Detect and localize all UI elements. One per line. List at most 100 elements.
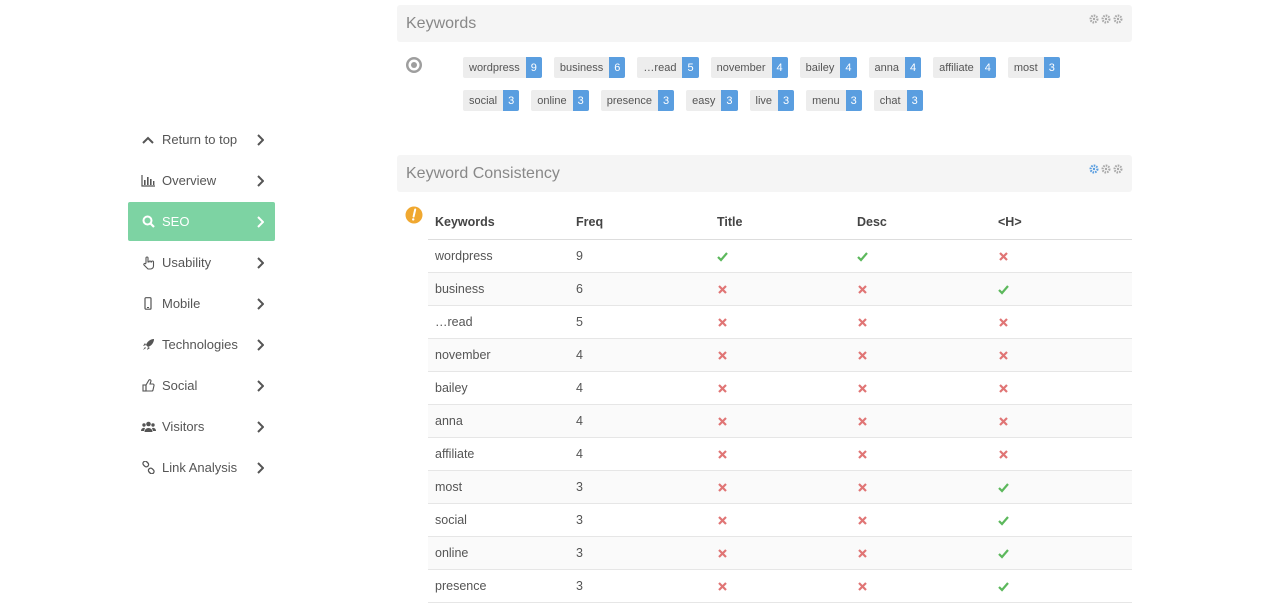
check-icon	[998, 515, 1009, 526]
keyword-tag-count: 4	[771, 57, 788, 78]
cross-icon	[858, 449, 867, 459]
freq-cell: 4	[569, 404, 710, 438]
keyword-tag: easy 3	[686, 90, 738, 111]
sidebar-item-label: Social	[162, 378, 198, 393]
sidebar-item-social[interactable]: Social	[128, 366, 275, 405]
keyword-tag: presence 3	[600, 90, 675, 111]
sidebar-item-seo[interactable]: SEO	[128, 202, 275, 241]
keyword-tag: chat 3	[873, 90, 923, 111]
keyword-cell: bailey	[428, 371, 569, 405]
desc-cell	[850, 470, 991, 504]
keyword-tag: online 3	[531, 90, 589, 111]
keyword-cell: most	[428, 470, 569, 504]
sidebar-item-label: Usability	[162, 255, 212, 270]
gear-icon[interactable]	[1089, 14, 1099, 24]
table-row: bailey 4	[428, 371, 1132, 405]
cross-icon	[999, 449, 1008, 459]
cross-icon	[999, 383, 1008, 393]
cross-icon	[718, 284, 727, 294]
freq-cell: 3	[569, 536, 710, 570]
title-cell	[710, 404, 850, 438]
h-cell	[991, 569, 1132, 603]
keyword-cell: presence	[428, 569, 569, 603]
gear-icon[interactable]	[1101, 164, 1111, 174]
cross-icon	[858, 548, 867, 558]
keyword-tag: live 3	[749, 90, 795, 111]
sidebar-item-usability[interactable]: Usability	[128, 243, 275, 282]
desc-cell	[850, 503, 991, 537]
column-header-keywords: Keywords	[428, 205, 569, 240]
cross-icon	[718, 482, 727, 492]
keyword-tag-word: social	[463, 90, 504, 111]
table-row: november 4	[428, 338, 1132, 372]
sidebar-item-technologies[interactable]: Technologies	[128, 325, 275, 364]
sidebar-item-overview[interactable]: Overview	[128, 161, 275, 200]
sidebar-item-visitors[interactable]: Visitors	[128, 407, 275, 446]
keyword-tag: business 6	[553, 57, 626, 78]
chevron-right-icon	[255, 256, 265, 269]
chevron-right-icon	[255, 174, 265, 187]
chevron-right-icon	[255, 379, 265, 392]
sidebar-item-mobile[interactable]: Mobile	[128, 284, 275, 323]
keyword-consistency-table: Keywords Freq Title Desc <H> wordpress 9 b…	[428, 205, 1132, 603]
keyword-cell: social	[428, 503, 569, 537]
gear-icon[interactable]	[1101, 14, 1111, 24]
keywords-panel-title: Keywords	[406, 14, 477, 32]
keyword-tag-count: 4	[840, 57, 857, 78]
keywords-panel-header: Keywords	[397, 5, 1132, 42]
gear-icon[interactable]	[1113, 164, 1123, 174]
keyword-tag-word: presence	[600, 90, 658, 111]
sidebar-item-label: Link Analysis	[162, 460, 238, 475]
desc-cell	[850, 371, 991, 405]
sidebar-item-label: Technologies	[162, 337, 238, 352]
title-cell	[710, 338, 850, 372]
title-cell	[710, 503, 850, 537]
cross-icon	[718, 515, 727, 525]
keyword-tag: affiliate 4	[933, 57, 996, 78]
sidebar-item-return-to-top[interactable]: Return to top	[128, 120, 275, 159]
title-cell	[710, 470, 850, 504]
check-icon	[717, 251, 728, 262]
h-cell	[991, 371, 1132, 405]
title-cell	[710, 371, 850, 405]
keyword-tag-cloud: wordpress 9 business 6 …read 5 november 4 bailey…	[463, 57, 1123, 111]
title-cell	[710, 239, 850, 273]
cross-icon	[718, 581, 727, 591]
desc-cell	[850, 569, 991, 603]
keyword-tag-count: 3	[1043, 57, 1060, 78]
h-cell	[991, 470, 1132, 504]
panel-tools	[1089, 14, 1123, 24]
keyword-cell: business	[428, 272, 569, 306]
freq-cell: 3	[569, 503, 710, 537]
keyword-tag-word: affiliate	[933, 57, 980, 78]
gear-icon[interactable]	[1113, 14, 1123, 24]
chevron-up-icon	[140, 136, 156, 144]
h-cell	[991, 503, 1132, 537]
title-cell	[710, 536, 850, 570]
keyword-tag-word: wordpress	[463, 57, 526, 78]
cross-icon	[718, 383, 727, 393]
sidebar-item-link-analysis[interactable]: Link Analysis	[128, 448, 275, 487]
table-row: online 3	[428, 536, 1132, 570]
table-row: social 3	[428, 503, 1132, 537]
desc-cell	[850, 437, 991, 471]
title-cell	[710, 569, 850, 603]
cross-icon	[858, 515, 867, 525]
cross-icon	[858, 581, 867, 591]
table-row: presence 3	[428, 569, 1132, 603]
cross-icon	[999, 416, 1008, 426]
cross-icon	[999, 317, 1008, 327]
keyword-tag: most 3	[1007, 57, 1060, 78]
keyword-tag-count: 3	[503, 90, 520, 111]
keyword-tag: november 4	[710, 57, 788, 78]
desc-cell	[850, 272, 991, 306]
table-row: wordpress 9	[428, 239, 1132, 273]
title-cell	[710, 437, 850, 471]
keyword-tag-word: …read	[637, 57, 683, 78]
table-row: business 6	[428, 272, 1132, 306]
warning-icon	[405, 206, 423, 224]
table-row: …read 5	[428, 305, 1132, 339]
desc-cell	[850, 404, 991, 438]
cross-icon	[858, 383, 867, 393]
gear-icon[interactable]	[1089, 164, 1099, 174]
